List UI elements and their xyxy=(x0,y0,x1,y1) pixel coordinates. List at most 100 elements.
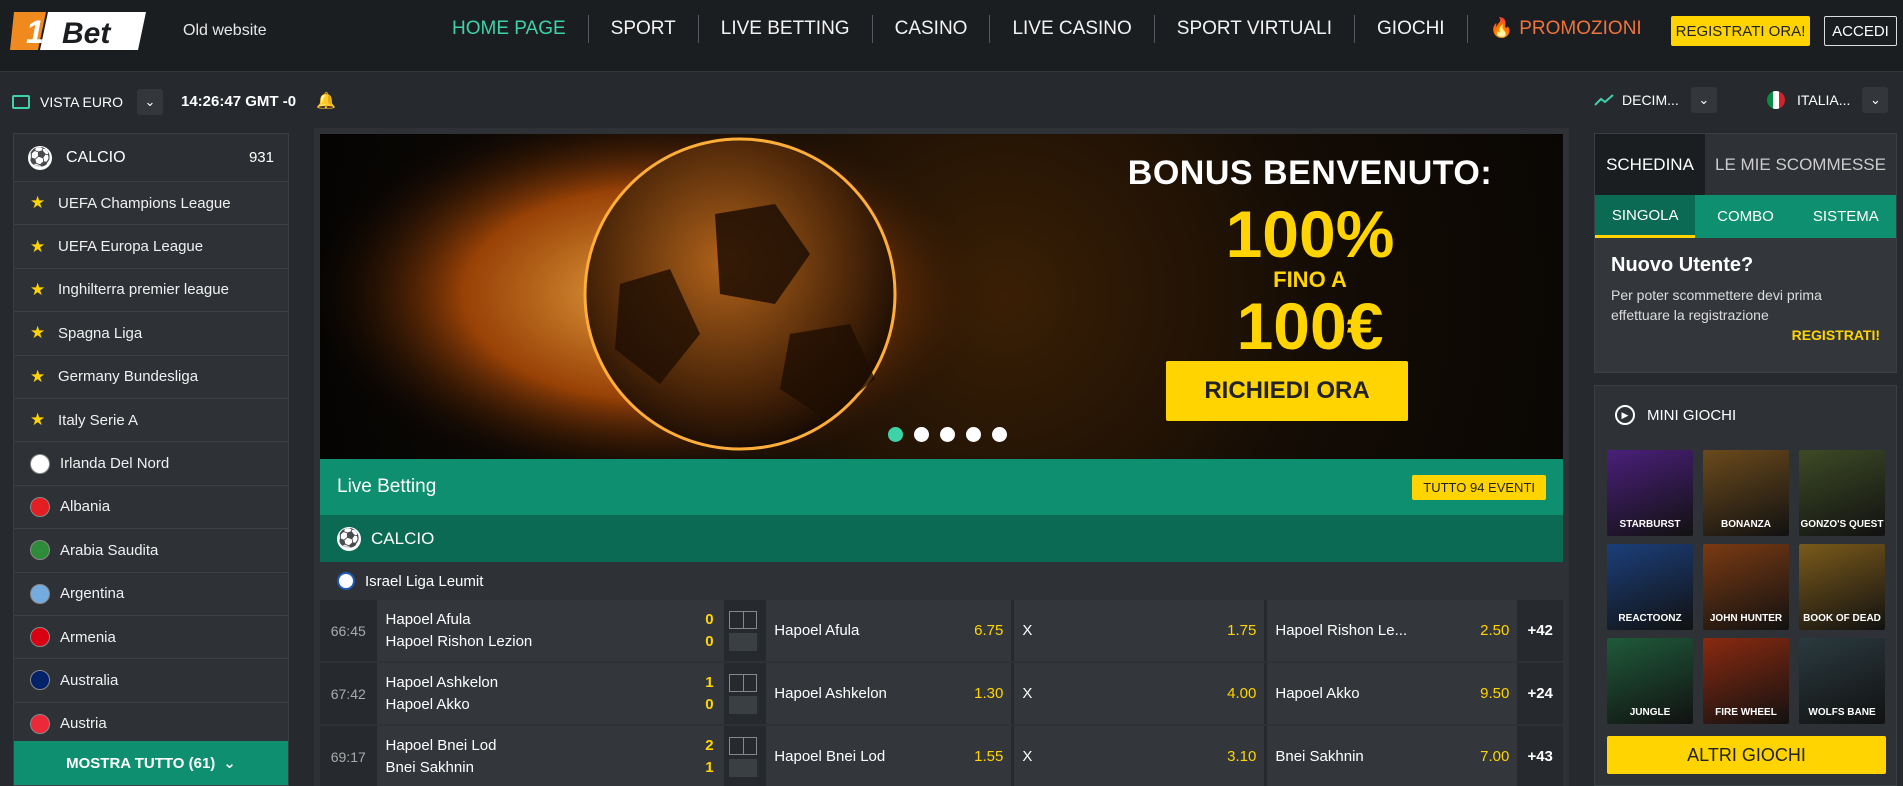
tab-singola[interactable]: SINGOLA xyxy=(1595,195,1696,238)
nav-giochi[interactable]: GIOCHI xyxy=(1355,15,1468,43)
main-content: BONUS BENVENUTO: 100% FINO A 100€ RICHIE… xyxy=(314,128,1569,786)
sidebar-league-item[interactable]: Irlanda Del Nord xyxy=(14,442,288,486)
odd-draw[interactable]: X 1.75 xyxy=(1014,600,1265,661)
sidebar-league-item[interactable]: ★ UEFA Champions League xyxy=(14,182,288,226)
match-teams[interactable]: Hapoel Ashkelon 1 Hapoel Akko 0 xyxy=(376,663,724,724)
nav-home[interactable]: HOME PAGE xyxy=(430,15,589,43)
odds-format-selector[interactable]: DECIM... ⌄ xyxy=(1594,87,1717,113)
claim-bonus-button[interactable]: RICHIEDI ORA xyxy=(1166,361,1408,421)
nav-live-betting[interactable]: LIVE BETTING xyxy=(699,15,873,43)
sidebar-league-label: Albania xyxy=(60,498,111,516)
register-button[interactable]: REGISTRATI ORA! xyxy=(1671,16,1810,46)
play-icon: ▶ xyxy=(1615,405,1635,425)
bell-icon[interactable]: 🔔 xyxy=(316,91,336,111)
more-markets-button[interactable]: +43 xyxy=(1517,726,1563,786)
sidebar-league-item[interactable]: ★ Germany Bundesliga xyxy=(14,356,288,399)
sidebar-league-item[interactable]: Australia xyxy=(14,659,288,703)
carousel-dot[interactable] xyxy=(966,427,981,442)
tab-my-bets[interactable]: LE MIE SCOMMESSE xyxy=(1705,134,1896,195)
away-score: 0 xyxy=(705,696,714,713)
soccer-ball-icon: ⚽ xyxy=(337,526,361,551)
show-all-button[interactable]: MOSTRA TUTTO (61) ⌄ xyxy=(14,741,288,785)
view-label: VISTA EURO xyxy=(40,94,123,110)
sidebar-league-item[interactable]: Albania xyxy=(14,486,288,530)
mini-game-tile[interactable]: JUNGLE xyxy=(1607,638,1693,724)
carousel-dot[interactable] xyxy=(914,427,929,442)
nav-casino[interactable]: CASINO xyxy=(873,15,991,43)
language-selector[interactable]: ITALIA... ⌄ xyxy=(1767,87,1889,113)
away-team-row: Bnei Sakhnin 1 xyxy=(386,757,724,779)
match-time: 67:42 xyxy=(330,685,366,702)
old-website-link[interactable]: Old website xyxy=(183,22,267,40)
sidebar-league-label: Austria xyxy=(60,715,107,733)
mini-game-tile[interactable]: REACTOONZ xyxy=(1607,544,1693,630)
odd-home[interactable]: Hapoel Afula 6.75 xyxy=(766,600,1012,661)
chevron-down-icon[interactable]: ⌄ xyxy=(136,89,163,115)
register-link[interactable]: REGISTRATI! xyxy=(1611,327,1880,343)
sidebar-league-item[interactable]: Arabia Saudita xyxy=(14,529,288,573)
stats-bar xyxy=(729,632,758,651)
mini-game-tile[interactable]: BONANZA xyxy=(1703,450,1789,536)
tab-sistema[interactable]: SISTEMA xyxy=(1796,195,1896,238)
match-teams[interactable]: Hapoel Afula 0 Hapoel Rishon Lezion 0 xyxy=(376,600,724,661)
live-stats-cell[interactable] xyxy=(724,726,764,786)
nav-sport-virtuali[interactable]: SPORT VIRTUALI xyxy=(1155,15,1356,43)
country-flag-icon xyxy=(30,670,50,691)
more-markets-button[interactable]: +42 xyxy=(1517,600,1563,661)
country-flag-icon xyxy=(30,583,50,604)
odd-away[interactable]: Bnei Sakhnin 7.00 xyxy=(1267,726,1518,786)
mini-game-name: GONZO'S QUEST xyxy=(1800,519,1884,530)
odd-home-value: 6.75 xyxy=(974,622,1004,639)
odd-away[interactable]: Hapoel Rishon Le... 2.50 xyxy=(1267,600,1518,661)
match-time: 66:45 xyxy=(330,622,366,639)
nav-promozioni[interactable]: 🔥 PROMOZIONI xyxy=(1468,15,1664,43)
odd-draw[interactable]: X 3.10 xyxy=(1014,726,1265,786)
mini-game-tile[interactable]: STARBURST xyxy=(1607,450,1693,536)
live-stats-cell[interactable] xyxy=(724,600,764,661)
match-teams[interactable]: Hapoel Bnei Lod 2 Bnei Sakhnin 1 xyxy=(376,726,724,786)
carousel-dot[interactable] xyxy=(940,427,955,442)
1bet-logo[interactable]: 1 Bet xyxy=(10,10,146,52)
nav-sport[interactable]: SPORT xyxy=(589,15,699,43)
odd-draw[interactable]: X 4.00 xyxy=(1014,663,1265,724)
live-stats-cell[interactable] xyxy=(724,663,764,724)
main-nav: HOME PAGE SPORT LIVE BETTING CASINO LIVE… xyxy=(430,14,1664,44)
mini-game-tile[interactable]: FIRE WHEEL xyxy=(1703,638,1789,724)
carousel-dot[interactable] xyxy=(992,427,1007,442)
more-games-button[interactable]: ALTRI GIOCHI xyxy=(1607,736,1886,774)
chevron-down-icon[interactable]: ⌄ xyxy=(1690,87,1717,113)
login-button[interactable]: ACCEDI xyxy=(1824,16,1897,46)
sidebar-league-item[interactable]: ★ Italy Serie A xyxy=(14,399,288,443)
mini-game-tile[interactable]: WOLFS BANE xyxy=(1799,638,1885,724)
carousel-dots xyxy=(888,427,1007,442)
sidebar-sport-header[interactable]: ⚽ CALCIO 931 xyxy=(14,134,288,182)
odd-home[interactable]: Hapoel Ashkelon 1.30 xyxy=(766,663,1012,724)
tab-schedina[interactable]: SCHEDINA xyxy=(1595,134,1705,195)
mini-game-tile[interactable]: JOHN HUNTER xyxy=(1703,544,1789,630)
league-name: Israel Liga Leumit xyxy=(365,572,484,590)
star-icon: ★ xyxy=(30,323,46,343)
mini-game-tile[interactable]: GONZO'S QUEST xyxy=(1799,450,1885,536)
chevron-down-icon[interactable]: ⌄ xyxy=(1862,87,1889,113)
carousel-dot[interactable] xyxy=(888,427,903,442)
sidebar-league-item[interactable]: Armenia xyxy=(14,616,288,660)
view-selector[interactable]: VISTA EURO ⌄ xyxy=(12,89,163,115)
odd-away[interactable]: Hapoel Akko 9.50 xyxy=(1267,663,1518,724)
tab-combo[interactable]: COMBO xyxy=(1695,195,1795,238)
nav-live-casino[interactable]: LIVE CASINO xyxy=(990,15,1155,43)
sidebar-league-item[interactable]: ★ Inghilterra premier league xyxy=(14,269,288,313)
promo-banner[interactable]: BONUS BENVENUTO: 100% FINO A 100€ RICHIE… xyxy=(320,134,1563,459)
clock: 14:26:47 GMT -0 xyxy=(181,93,297,110)
sidebar-league-item[interactable]: Austria xyxy=(14,703,288,747)
mini-game-tile[interactable]: BOOK OF DEAD xyxy=(1799,544,1885,630)
live-sport-header[interactable]: ⚽ CALCIO xyxy=(320,515,1563,562)
sidebar-league-item[interactable]: Argentina xyxy=(14,573,288,616)
sidebar-league-item[interactable]: ★ UEFA Europa League xyxy=(14,225,288,269)
match-row: 66:45 Hapoel Afula 0 Hapoel Rishon Lezion 0 H… xyxy=(320,600,1563,661)
show-all-label: MOSTRA TUTTO (61) xyxy=(66,754,216,772)
odd-home[interactable]: Hapoel Bnei Lod 1.55 xyxy=(766,726,1012,786)
all-events-button[interactable]: TUTTO 94 EVENTI xyxy=(1412,474,1546,500)
more-markets-button[interactable]: +24 xyxy=(1517,663,1563,724)
sidebar-league-item[interactable]: ★ Spagna Liga xyxy=(14,312,288,356)
sidebar-league-label: Armenia xyxy=(60,628,116,646)
